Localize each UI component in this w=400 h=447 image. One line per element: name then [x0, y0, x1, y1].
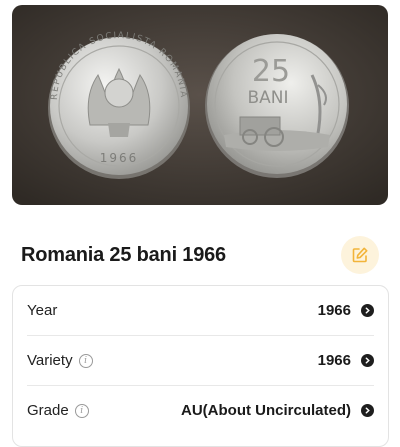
detail-row-year[interactable]: Year 1966 [27, 286, 374, 335]
detail-value: 1966 [318, 352, 374, 369]
edit-icon [352, 247, 368, 263]
info-icon[interactable]: i [78, 353, 93, 368]
coin-image: REPUBLICA SOCIALISTA ROMANIA 1966 25 BAN… [12, 5, 388, 205]
detail-row-variety[interactable]: Variety i 1966 [27, 336, 374, 385]
coin-title: Romania 25 bani 1966 [21, 244, 226, 266]
chevron-right-icon [361, 354, 374, 367]
detail-value: AU(About Uncirculated) [181, 402, 374, 419]
detail-row-grade[interactable]: Grade i AU(About Uncirculated) [27, 386, 374, 435]
info-icon[interactable]: i [74, 403, 89, 418]
reverse-unit: BANI [247, 88, 288, 108]
coin-photo[interactable]: REPUBLICA SOCIALISTA ROMANIA 1966 25 BAN… [12, 5, 388, 205]
reverse-value: 25 [252, 54, 290, 89]
detail-label: Grade i [27, 402, 89, 419]
reverse-coin: 25 BANI [205, 34, 349, 178]
detail-label: Year [27, 302, 58, 319]
title-row: Romania 25 bani 1966 [21, 236, 381, 276]
edit-button[interactable] [341, 236, 379, 274]
chevron-right-icon [361, 404, 374, 417]
detail-value: 1966 [318, 302, 374, 319]
obverse-year: 1966 [100, 151, 139, 165]
detail-label: Variety i [27, 352, 93, 369]
details-card: Year 1966 Variety i 1966 Grade i AU(Abou… [12, 285, 389, 447]
chevron-right-icon [361, 304, 374, 317]
